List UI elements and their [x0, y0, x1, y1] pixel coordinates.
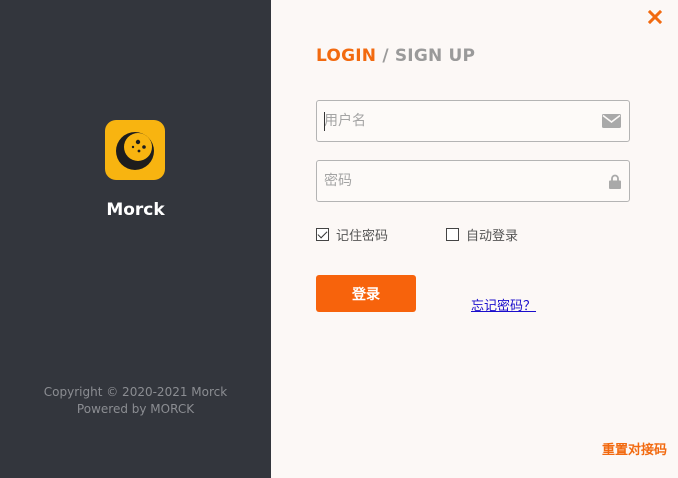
brand-panel: Morck Copyright © 2020-2021 Morck Powere…	[0, 0, 271, 478]
login-button[interactable]: 登录	[316, 275, 416, 312]
remember-password-label: 记住密码	[336, 229, 389, 244]
remember-password-checkbox[interactable]: 记住密码	[316, 225, 388, 244]
password-field[interactable]	[316, 160, 630, 202]
tab-separator: /	[382, 46, 389, 66]
moon-logo-icon	[116, 132, 154, 170]
envelope-icon	[602, 101, 621, 141]
lock-icon	[609, 161, 621, 201]
auto-login-checkbox[interactable]: 自动登录	[446, 225, 518, 244]
username-field[interactable]	[316, 100, 630, 142]
copyright-text: Copyright © 2020-2021 Morck	[43, 385, 228, 399]
close-icon	[647, 9, 663, 25]
app-logo	[105, 120, 165, 180]
username-input[interactable]	[317, 101, 597, 141]
powered-by-text: Powered by MORCK	[76, 402, 195, 416]
auto-login-label: 自动登录	[466, 229, 519, 244]
tab-login[interactable]: LOGIN	[316, 46, 376, 66]
login-panel: LOGIN / SIGN UP 记住密码 自动登录 登录 忘记密码？ 重	[271, 0, 678, 478]
copyright-block: Copyright © 2020-2021 Morck Powered by M…	[0, 384, 271, 418]
password-input[interactable]	[317, 161, 597, 201]
forgot-password-link[interactable]: 忘记密码？	[471, 295, 536, 314]
tab-signup[interactable]: SIGN UP	[395, 46, 475, 66]
auth-tabs: LOGIN / SIGN UP	[316, 46, 475, 66]
text-cursor	[324, 112, 325, 131]
checkbox-unchecked[interactable]	[446, 228, 459, 241]
reset-code-link[interactable]: 重置对接码	[602, 439, 667, 458]
close-button[interactable]	[646, 8, 664, 26]
checkbox-checked[interactable]	[316, 228, 329, 241]
app-name: Morck	[106, 200, 165, 220]
